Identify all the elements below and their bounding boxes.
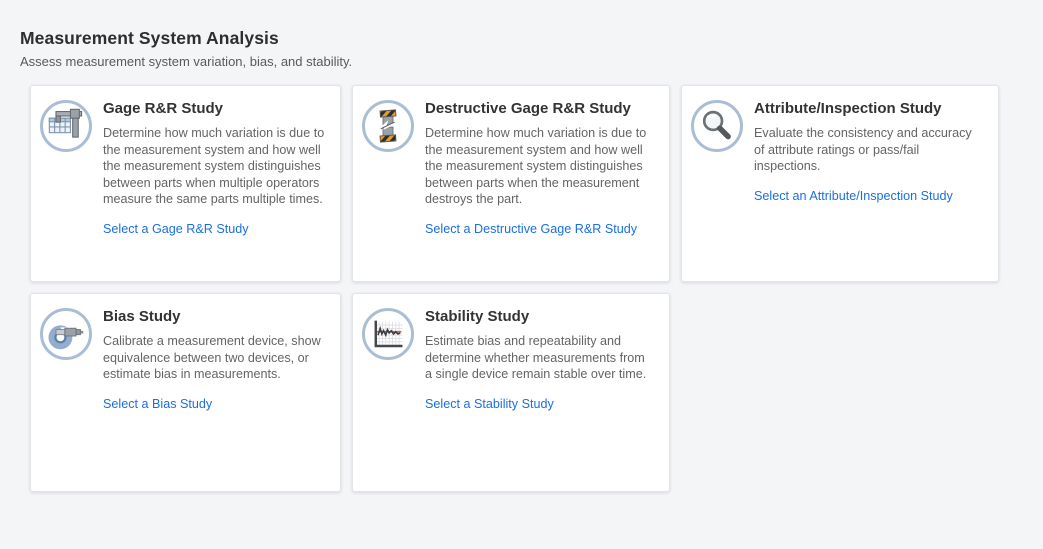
card-description: Evaluate the consistency and accuracy of… <box>754 125 984 175</box>
select-attribute-inspection-study-link[interactable]: Select an Attribute/Inspection Study <box>754 189 953 203</box>
card-content: Bias Study Calibrate a measurement devic… <box>103 307 326 413</box>
card-description: Determine how much variation is due to t… <box>103 125 326 208</box>
card-gage-rr-study: Gage R&R Study Determine how much variat… <box>30 85 341 282</box>
card-content: Gage R&R Study Determine how much variat… <box>103 99 326 238</box>
card-description: Calibrate a measurement device, show equ… <box>103 333 326 383</box>
magnifier-icon <box>691 100 743 152</box>
card-title: Stability Study <box>425 307 655 326</box>
select-gage-rr-study-link[interactable]: Select a Gage R&R Study <box>103 222 249 236</box>
page-title: Measurement System Analysis <box>20 27 1043 49</box>
card-attribute-inspection-study: Attribute/Inspection Study Evaluate the … <box>681 85 999 282</box>
card-title: Destructive Gage R&R Study <box>425 99 655 118</box>
select-stability-study-link[interactable]: Select a Stability Study <box>425 397 554 411</box>
card-title: Bias Study <box>103 307 326 326</box>
card-bias-study: Bias Study Calibrate a measurement devic… <box>30 293 341 492</box>
select-bias-study-link[interactable]: Select a Bias Study <box>103 397 212 411</box>
card-description: Estimate bias and repeatability and dete… <box>425 333 655 383</box>
caliper-grid-icon <box>40 100 92 152</box>
card-content: Destructive Gage R&R Study Determine how… <box>425 99 655 238</box>
select-destructive-gage-rr-study-link[interactable]: Select a Destructive Gage R&R Study <box>425 222 637 236</box>
micrometer-icon <box>40 308 92 360</box>
card-content: Attribute/Inspection Study Evaluate the … <box>754 99 984 205</box>
page-subtitle: Assess measurement system variation, bia… <box>20 54 1043 70</box>
card-content: Stability Study Estimate bias and repeat… <box>425 307 655 413</box>
page-header: Measurement System Analysis Assess measu… <box>0 0 1043 70</box>
control-chart-icon <box>362 308 414 360</box>
card-title: Attribute/Inspection Study <box>754 99 984 118</box>
card-title: Gage R&R Study <box>103 99 326 118</box>
card-description: Determine how much variation is due to t… <box>425 125 655 208</box>
destructive-specimen-icon <box>362 100 414 152</box>
study-card-grid: Gage R&R Study Determine how much variat… <box>30 85 1043 492</box>
card-stability-study: Stability Study Estimate bias and repeat… <box>352 293 670 492</box>
measurement-system-analysis-page: Measurement System Analysis Assess measu… <box>0 0 1043 549</box>
card-destructive-gage-rr-study: Destructive Gage R&R Study Determine how… <box>352 85 670 282</box>
